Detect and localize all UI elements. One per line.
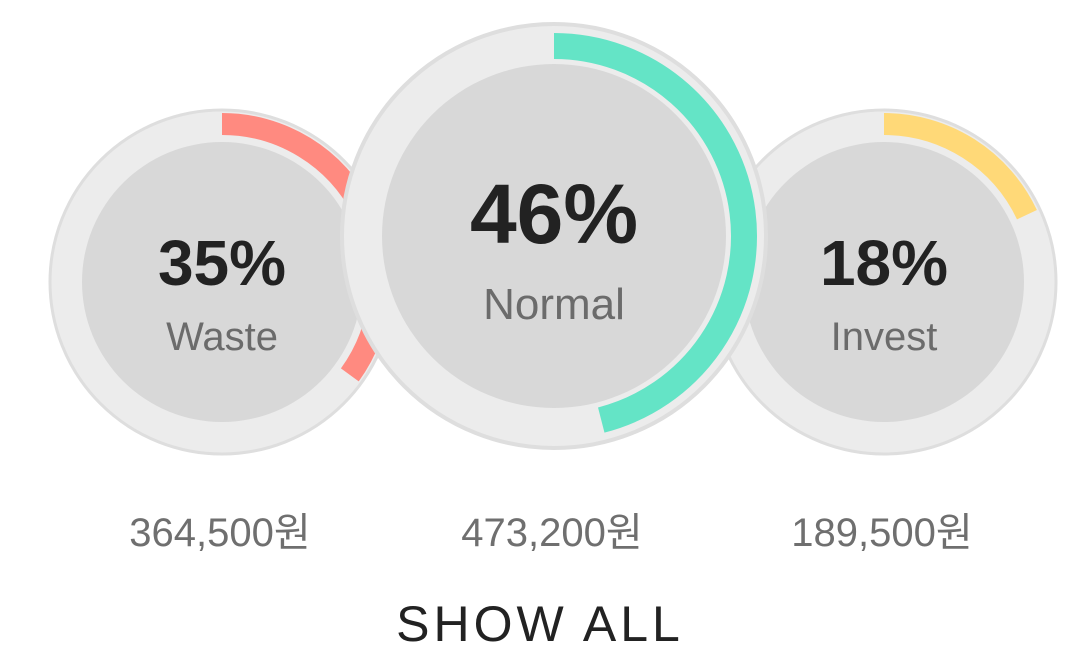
spending-summary: 35% Waste 18% Invest 46% Normal 364,500원… (0, 0, 1080, 666)
waste-amount: 364,500원 (129, 511, 311, 555)
normal-label: Normal (483, 280, 625, 329)
normal-ring[interactable]: 46% Normal (340, 16, 768, 456)
show-all-button[interactable]: SHOW ALL (340, 594, 740, 654)
invest-amount: 189,500원 (791, 511, 973, 555)
normal-percent: 46% (469, 167, 639, 261)
normal-amount: 473,200원 (461, 511, 643, 555)
